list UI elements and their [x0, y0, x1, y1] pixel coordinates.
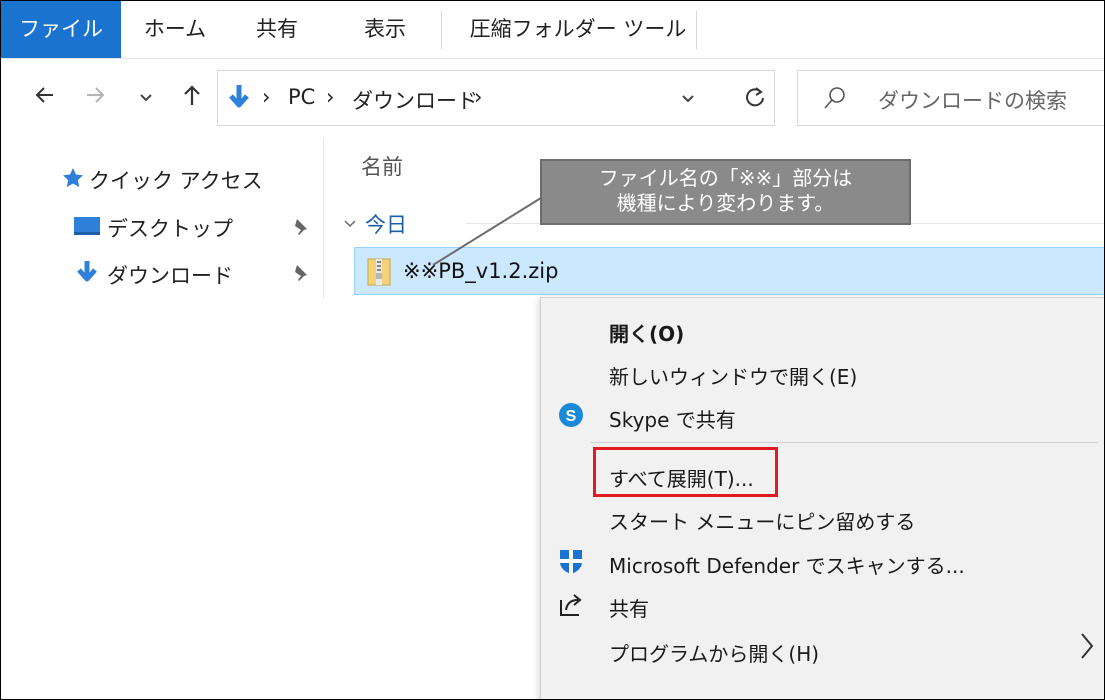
address-dropdown-chevron-icon[interactable]	[680, 91, 696, 111]
zip-folder-icon	[367, 257, 391, 291]
menu-item-pin-to-start[interactable]: スタート メニューにピン留めする	[609, 506, 915, 535]
menu-item-defender-scan[interactable]: Microsoft Defender でスキャンする...	[609, 550, 965, 579]
pin-icon[interactable]	[291, 217, 309, 235]
refresh-button[interactable]	[731, 70, 783, 126]
menu-item-skype-share[interactable]: Skype で共有	[609, 404, 736, 433]
search-icon	[822, 85, 848, 115]
star-icon	[61, 166, 85, 195]
download-icon	[73, 259, 101, 290]
breadcrumb-downloads[interactable]: ダウンロード	[352, 85, 478, 115]
explorer-window: ファイル ホーム 共有 表示 圧縮フォルダー ツール › PC › ダウンロード…	[0, 0, 1105, 700]
forward-arrow-icon[interactable]	[83, 83, 107, 113]
menu-item-share[interactable]: 共有	[609, 593, 649, 622]
file-row-selected[interactable]: ※※PB_v1.2.zip	[354, 247, 1104, 295]
address-bar[interactable]: › PC › ダウンロード ›	[217, 70, 775, 126]
context-menu: 開く(O) 新しいウィンドウで開く(E) S Skype で共有 すべて展開(T…	[540, 297, 1104, 699]
tab-share[interactable]: 共有	[241, 1, 313, 58]
recent-locations-chevron-icon[interactable]	[138, 87, 154, 112]
tab-view[interactable]: 表示	[343, 1, 427, 58]
desktop-icon	[73, 215, 101, 242]
annotation-callout: ファイル名の「※※」部分は 機種により変わります。	[540, 159, 911, 225]
ribbon-separator-2	[696, 11, 697, 49]
download-folder-icon	[226, 83, 252, 117]
pane-divider	[323, 139, 324, 299]
nav-quick-access-label: クイック アクセス	[89, 169, 263, 193]
tab-compressed-folder-tools[interactable]: 圧縮フォルダー ツール	[459, 1, 697, 58]
breadcrumb-separator: ›	[326, 85, 335, 109]
nav-quick-access[interactable]: クイック アクセス	[61, 165, 263, 195]
pin-icon[interactable]	[291, 263, 309, 281]
column-header-name[interactable]: 名前	[361, 151, 403, 181]
search-input[interactable]: ダウンロードの検索	[797, 70, 1104, 126]
skype-icon: S	[558, 402, 584, 428]
breadcrumb-pc[interactable]: PC	[288, 85, 315, 109]
refresh-icon	[743, 84, 767, 114]
group-label: 今日	[365, 213, 407, 237]
tab-file[interactable]: ファイル	[1, 1, 121, 58]
defender-shield-icon	[558, 548, 584, 574]
file-name: ※※PB_v1.2.zip	[403, 259, 559, 283]
callout-line-2: 機種により変わります。	[616, 191, 835, 215]
nav-item-label: デスクトップ	[107, 217, 233, 241]
group-header-today[interactable]: 今日	[343, 209, 407, 239]
search-placeholder: ダウンロードの検索	[878, 89, 1067, 113]
back-arrow-icon[interactable]	[33, 83, 57, 113]
menu-item-open-with[interactable]: プログラムから開く(H)	[609, 638, 819, 667]
nav-item-downloads[interactable]: ダウンロード	[73, 259, 233, 290]
nav-item-label: ダウンロード	[107, 263, 233, 288]
up-arrow-icon[interactable]	[181, 83, 203, 113]
submenu-arrow-icon	[1079, 631, 1095, 668]
ribbon-separator	[441, 11, 442, 49]
group-chevron-icon	[343, 212, 357, 236]
callout-line-1: ファイル名の「※※」部分は	[598, 166, 853, 190]
nav-item-desktop[interactable]: デスクトップ	[73, 213, 233, 243]
breadcrumb-separator: ›	[262, 85, 271, 109]
menu-item-open[interactable]: 開く(O)	[609, 318, 684, 347]
svg-text:S: S	[566, 408, 577, 425]
share-icon	[558, 592, 584, 618]
menu-item-open-new-window[interactable]: 新しいウィンドウで開く(E)	[609, 361, 857, 390]
breadcrumb-separator: ›	[474, 85, 483, 109]
menu-separator	[591, 442, 1098, 443]
ribbon-tabs: ファイル ホーム 共有 表示 圧縮フォルダー ツール	[1, 1, 1104, 59]
tab-home[interactable]: ホーム	[135, 1, 215, 58]
extract-all-highlight	[593, 447, 778, 497]
